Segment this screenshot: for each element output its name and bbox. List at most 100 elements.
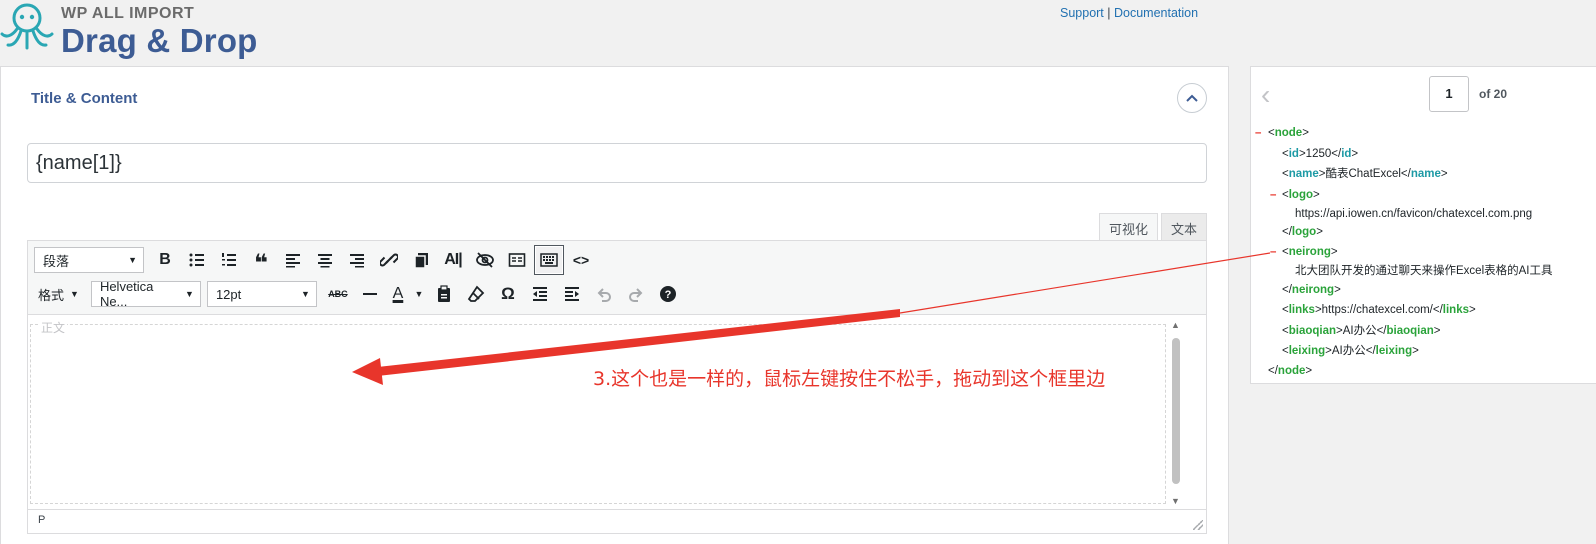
previous-record-button[interactable]: ‹ [1261, 79, 1270, 111]
xml-line[interactable]: – <neirong> [1270, 242, 1338, 263]
help-icon: ? [659, 286, 676, 302]
collapse-toggle-icon[interactable]: – [1270, 242, 1276, 263]
editor-scrollbar[interactable]: ▲ ▼ [1169, 320, 1183, 506]
title-input[interactable] [27, 143, 1207, 183]
xml-open-tag: name [1288, 168, 1319, 180]
paragraph-select[interactable]: 段落 ▼ [34, 247, 144, 273]
format-menu[interactable]: 格式 ▼ [34, 281, 85, 307]
xml-bracket: > [1325, 345, 1332, 357]
ai-button[interactable]: AI| [438, 245, 468, 275]
xml-open-tag: biaoqian [1288, 325, 1336, 337]
toolbar-row-1: 段落 ▼ B ❝ AI| <> [34, 245, 598, 276]
documentation-link[interactable]: Documentation [1114, 6, 1198, 20]
align-right-button[interactable] [342, 245, 372, 275]
link-separator: | [1107, 6, 1111, 20]
caret-down-icon: ▼ [70, 289, 79, 299]
page-title: Drag & Drop [61, 22, 258, 59]
xml-line[interactable]: <leixing>AI办公</leixing> [1282, 341, 1419, 362]
blockquote-button[interactable]: ❝ [246, 245, 276, 276]
undo-icon [597, 288, 611, 302]
horizontal-rule-button[interactable] [355, 279, 385, 309]
scroll-thumb[interactable] [1172, 338, 1180, 484]
scroll-up-icon[interactable]: ▲ [1171, 320, 1180, 330]
xml-line[interactable]: <links>https://chatexcel.com/</links> [1282, 300, 1476, 321]
toolbar-toggle-button[interactable] [534, 245, 564, 275]
xml-open-tag: node [1274, 127, 1303, 139]
title-content-panel: Title & Content 可视化 文本 段落 ▼ B ❝ [0, 66, 1229, 544]
strikethrough-button[interactable]: ABC [323, 279, 353, 309]
hide-button[interactable] [470, 245, 500, 275]
xml-bracket: </ [1268, 365, 1278, 377]
xml-bracket: > [1433, 325, 1441, 337]
keyboard-icon [540, 253, 558, 267]
link-button[interactable] [374, 245, 404, 275]
help-button[interactable]: ? [653, 279, 683, 309]
top-links: Support | Documentation [1060, 6, 1198, 20]
xml-bracket: > [1330, 246, 1338, 258]
toolbar-row-2: 格式 ▼ Helvetica Ne... ▼ 12pt ▼ ABC A ▼ Ω … [34, 279, 685, 309]
xml-line[interactable]: <name>酷表ChatExcel</name> [1282, 164, 1448, 185]
editor-body[interactable]: 正文 [28, 316, 1168, 504]
indent-button[interactable] [557, 279, 587, 309]
align-left-button[interactable] [278, 245, 308, 275]
undo-button[interactable] [589, 279, 619, 309]
collapse-toggle-icon[interactable]: – [1270, 185, 1276, 206]
text-color-button[interactable]: A [387, 279, 409, 309]
xml-close-tag: node [1277, 365, 1306, 377]
read-more-button[interactable] [502, 245, 532, 275]
support-link[interactable]: Support [1060, 6, 1104, 20]
paste-text-button[interactable] [429, 279, 459, 309]
xml-bracket: < [1282, 246, 1289, 258]
link-icon [380, 253, 398, 267]
xml-line[interactable]: – <node> [1255, 123, 1309, 144]
special-character-button[interactable]: Ω [493, 279, 523, 309]
copy-button[interactable] [406, 245, 436, 275]
xml-bracket: < [1282, 345, 1289, 357]
redo-icon [628, 288, 643, 302]
collapse-button[interactable] [1177, 83, 1207, 113]
redo-button[interactable] [621, 279, 651, 309]
code-button[interactable]: <> [566, 245, 596, 275]
body-placeholder: 正文 [39, 319, 68, 336]
font-size-select[interactable]: 12pt ▼ [206, 281, 317, 307]
scroll-down-icon[interactable]: ▼ [1171, 496, 1180, 506]
xml-line[interactable]: <biaoqian>AI办公</biaoqian> [1282, 321, 1441, 342]
tab-visual[interactable]: 可视化 [1099, 213, 1159, 241]
xml-bracket: < [1282, 325, 1289, 337]
octopus-logo-icon [0, 3, 54, 50]
bullet-list-button[interactable] [182, 245, 212, 275]
xml-close-tag: name [1410, 168, 1441, 180]
xml-line[interactable]: <id>1250</id> [1282, 144, 1358, 165]
bold-button[interactable]: B [150, 245, 180, 275]
indent-icon [564, 287, 579, 301]
resize-handle-icon[interactable] [1193, 520, 1203, 530]
clear-formatting-button[interactable] [461, 279, 491, 309]
xml-line[interactable]: – <logo> [1270, 185, 1320, 206]
align-center-button[interactable] [310, 245, 340, 275]
collapse-toggle-icon[interactable]: – [1255, 123, 1261, 144]
outdent-icon [532, 287, 547, 301]
xml-line[interactable]: </node> [1268, 361, 1312, 382]
chevron-left-icon: ‹ [1261, 79, 1271, 110]
tab-text[interactable]: 文本 [1161, 213, 1208, 241]
xml-bracket: </ [1432, 304, 1443, 316]
element-path[interactable]: P [38, 514, 45, 526]
record-number-input[interactable]: 1 [1429, 76, 1469, 112]
numbered-list-button[interactable] [214, 245, 244, 275]
font-family-select[interactable]: Helvetica Ne... ▼ [90, 279, 201, 309]
xml-line[interactable]: </logo> [1282, 222, 1323, 243]
copy-icon [414, 253, 428, 269]
outdent-button[interactable] [525, 279, 555, 309]
xml-bracket: > [1351, 147, 1359, 160]
xml-line[interactable]: </neirong> [1282, 280, 1341, 301]
special-character-icon: Ω [501, 284, 515, 303]
drop-zone[interactable]: 正文 [30, 319, 1166, 504]
text-color-dropdown[interactable]: ▼ [411, 279, 427, 309]
xml-line[interactable]: https://api.iowen.cn/favicon/chatexcel.c… [1295, 204, 1532, 225]
font-family-value: Helvetica Ne... [99, 279, 154, 309]
caret-down-icon: ▼ [185, 289, 194, 299]
xml-value: https://api.iowen.cn/favicon/chatexcel.c… [1295, 208, 1533, 220]
format-menu-label: 格式 [38, 287, 65, 303]
xml-line[interactable]: 北大团队开发的通过聊天来操作Excel表格的AI工具 [1295, 261, 1552, 282]
xml-bracket: </ [1331, 147, 1342, 160]
